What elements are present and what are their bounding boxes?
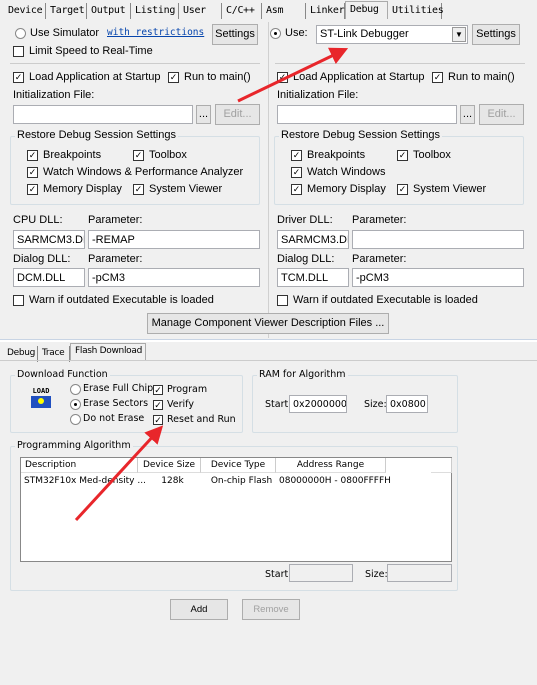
arrow-to-reset-and-run	[74, 425, 164, 522]
annotation-arrows	[74, 47, 349, 522]
arrow-to-debugger	[237, 47, 349, 103]
